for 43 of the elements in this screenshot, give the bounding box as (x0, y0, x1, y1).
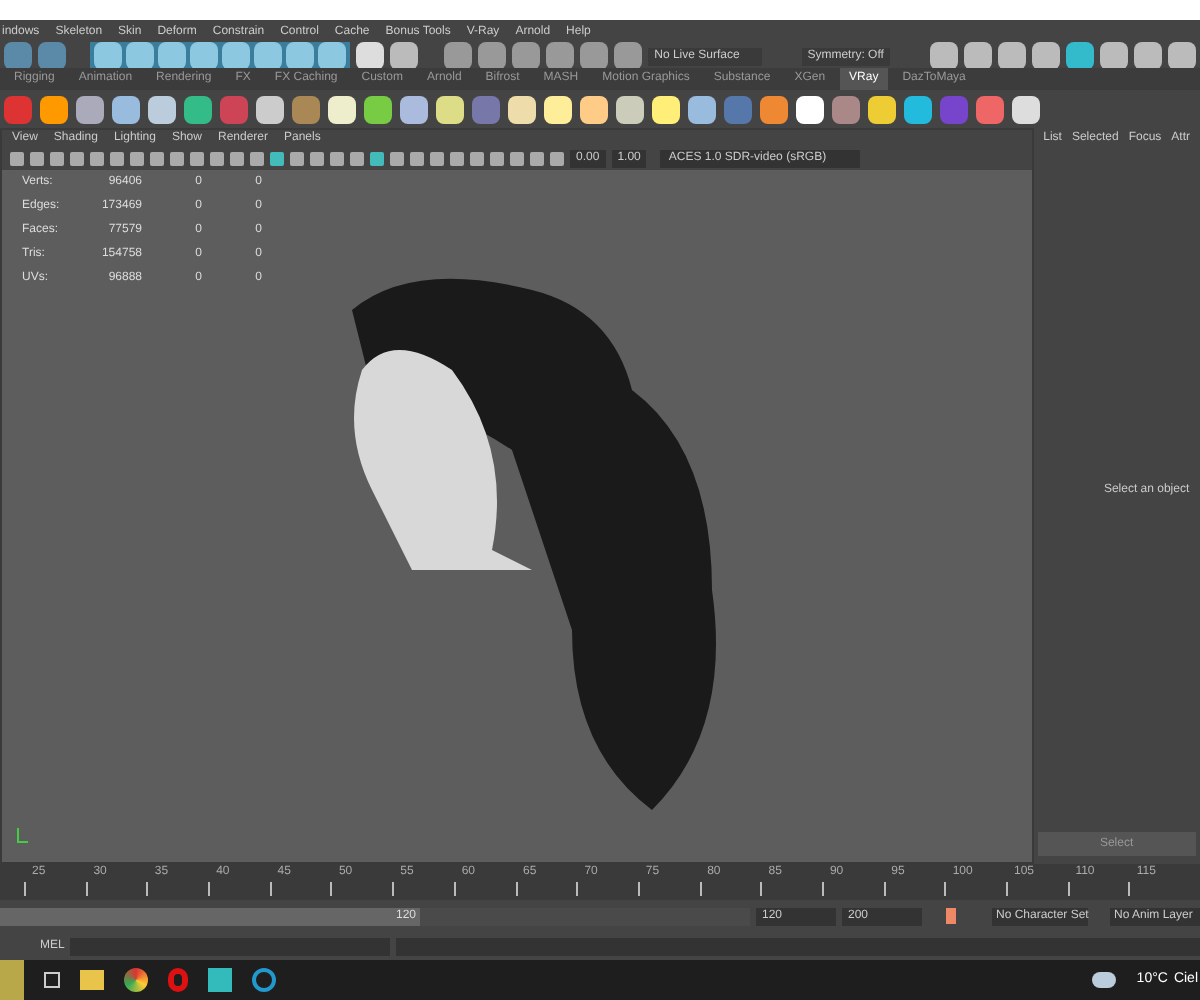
render-tool-icon[interactable] (964, 42, 992, 70)
snap-tool-icon[interactable] (253, 42, 282, 70)
select-mode-icon[interactable] (4, 42, 32, 70)
shelf-tool-icon[interactable] (328, 95, 356, 123)
shelf-tool-icon[interactable] (400, 95, 428, 123)
shelf-tool-icon[interactable] (148, 95, 176, 123)
start-thumbnail-placeholder[interactable] (0, 960, 24, 1000)
snap-tool-icon[interactable] (157, 42, 186, 70)
shelf-tool-icon[interactable] (112, 95, 140, 123)
render-tool-icon[interactable] (930, 42, 958, 70)
shelf-tool-icon[interactable] (508, 95, 536, 123)
render-tool-icon[interactable] (998, 42, 1026, 70)
shelf-tool-icon[interactable] (652, 95, 680, 123)
shelf-tool-icon[interactable] (40, 95, 68, 123)
shelf-tool-icon[interactable] (616, 95, 644, 123)
shelf-tool-icon[interactable] (544, 95, 572, 123)
shelf-tool-icon[interactable] (1012, 95, 1040, 123)
tool-icon[interactable] (389, 42, 418, 70)
snap-tool-icon[interactable] (125, 42, 154, 70)
shelf-tool-icon[interactable] (364, 95, 392, 123)
shelf-tool-icon[interactable] (184, 95, 212, 123)
shelf-tool-icon[interactable] (796, 95, 824, 123)
snap-tool-icon[interactable] (285, 42, 314, 70)
snap-tool-icon[interactable] (317, 42, 346, 70)
shelf-tool-icon[interactable] (256, 95, 284, 123)
task-view-icon[interactable] (44, 972, 60, 988)
render-tool-icon[interactable] (1066, 42, 1094, 70)
shelf-tool-icon[interactable] (904, 95, 932, 123)
shelf-tool-icon[interactable] (868, 95, 896, 123)
snap-tool-icon[interactable] (189, 42, 218, 70)
shelf-tool-icon[interactable] (580, 95, 608, 123)
render-tool-icon[interactable] (1100, 42, 1128, 70)
snap-tool-icon[interactable] (221, 42, 250, 70)
render-tool-icon[interactable] (1032, 42, 1060, 70)
axis-gizmo-icon (14, 826, 30, 846)
render-tool-icon[interactable] (1168, 42, 1196, 70)
select-mode-icon[interactable] (38, 42, 66, 70)
snap-tool-icon[interactable] (93, 42, 122, 70)
render-tool-icon[interactable] (1134, 42, 1162, 70)
shelf-tool-icon[interactable] (76, 95, 104, 123)
shelf-tool-icon[interactable] (688, 95, 716, 123)
shelf-tool-icon[interactable] (436, 95, 464, 123)
app-icon[interactable] (252, 968, 276, 992)
